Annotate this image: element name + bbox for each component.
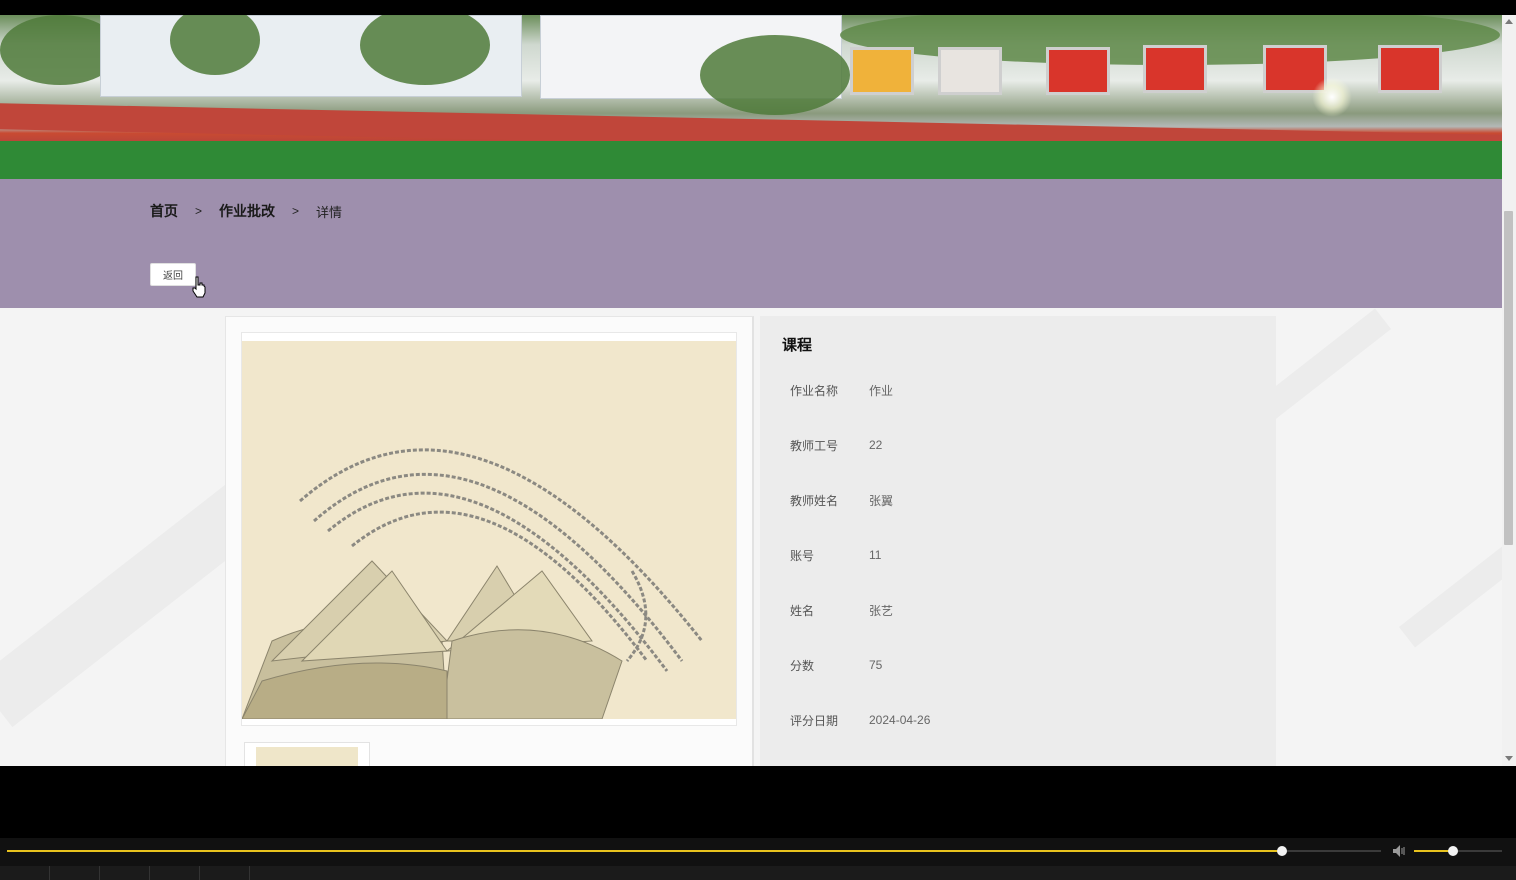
taskbar-item[interactable] [200, 866, 250, 880]
field-value: 张艺 [869, 603, 894, 618]
breadcrumb-separator: > [195, 204, 203, 218]
taskbar-item[interactable] [100, 866, 150, 880]
volume-slider[interactable] [1414, 846, 1502, 856]
speaker-icon[interactable] [1392, 844, 1408, 858]
detail-row: 教师工号 22 [790, 435, 882, 455]
detail-row: 姓名 张艺 [790, 600, 893, 620]
detail-row: 分数 75 [790, 655, 882, 675]
browser-viewport: 首页 > 作业批改 > 详情 返回 课程 作业名称 作业 教师工号 22 教师姓… [0, 15, 1502, 766]
scroll-up-icon[interactable] [1505, 19, 1513, 24]
breadcrumb-section-link[interactable]: 作业批改 [219, 201, 275, 221]
taskbar [0, 866, 1516, 880]
volume-slider-knob[interactable] [1447, 846, 1458, 856]
breadcrumb: 首页 > 作业批改 > 详情 [150, 201, 342, 221]
field-label: 账号 [790, 548, 815, 563]
detail-row: 教师姓名 张翼 [790, 490, 893, 510]
header-band: 首页 > 作业批改 > 详情 返回 [0, 179, 1502, 308]
field-value: 2024-04-26 [869, 713, 931, 727]
field-value: 22 [869, 438, 883, 452]
field-value: 11 [869, 548, 882, 562]
field-label: 教师姓名 [790, 493, 839, 508]
main-image-frame [241, 332, 737, 726]
detail-row: 作业名称 作业 [790, 380, 893, 400]
breadcrumb-current: 详情 [316, 204, 343, 220]
breadcrumb-home-link[interactable]: 首页 [150, 201, 178, 221]
vertical-scrollbar[interactable] [1502, 15, 1516, 766]
background-decoration [1398, 528, 1502, 648]
taskbar-item[interactable] [50, 866, 100, 880]
taskbar-item[interactable] [0, 866, 50, 880]
campus-banner-image [0, 15, 1502, 179]
field-label: 教师工号 [790, 438, 839, 453]
image-thumbnail[interactable] [244, 742, 370, 766]
homework-cover-image [242, 341, 736, 719]
scroll-down-icon[interactable] [1505, 756, 1513, 761]
breadcrumb-separator: > [292, 204, 300, 218]
detail-row: 账号 11 [790, 545, 881, 565]
field-label: 评分日期 [790, 713, 839, 728]
playback-progress-knob[interactable] [1277, 846, 1288, 856]
field-value: 张翼 [869, 493, 894, 508]
detail-row: 评分日期 2024-04-26 [790, 710, 930, 730]
back-button[interactable]: 返回 [150, 263, 196, 286]
image-gallery-card [225, 316, 754, 766]
field-label: 作业名称 [790, 383, 839, 398]
hand-pointer-icon [192, 276, 206, 298]
field-value: 75 [869, 658, 883, 672]
detail-card: 课程 作业名称 作业 教师工号 22 教师姓名 张翼 账号 11 姓名 张艺 分… [760, 316, 1276, 766]
field-label: 分数 [790, 658, 815, 673]
playback-progress-bar[interactable] [7, 846, 1381, 856]
field-value: 作业 [869, 383, 894, 398]
scrollbar-thumb[interactable] [1504, 211, 1513, 545]
detail-title: 课程 [782, 337, 813, 354]
field-label: 姓名 [790, 603, 815, 618]
taskbar-item[interactable] [150, 866, 200, 880]
